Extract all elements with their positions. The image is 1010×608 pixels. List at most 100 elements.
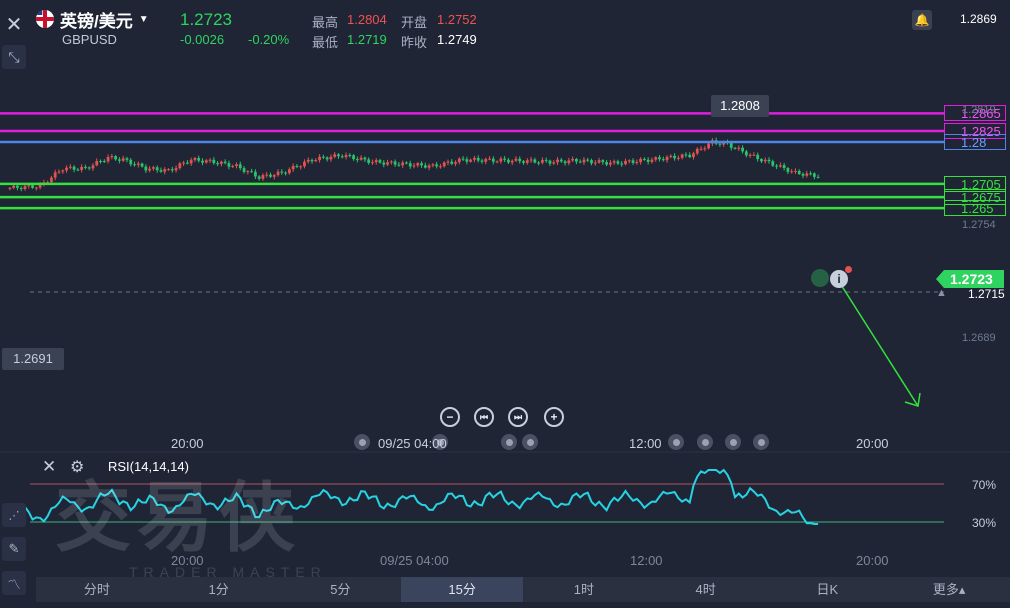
collapse-button[interactable]: ⤡ — [2, 45, 26, 69]
candle-body — [389, 161, 393, 163]
candle-body — [605, 162, 609, 165]
close-chart-button[interactable]: ✕ — [2, 12, 26, 36]
candle-body — [106, 157, 110, 162]
prev-close-label: 昨收 — [401, 35, 428, 50]
candle-body — [556, 159, 559, 163]
high-value: 1.2804 — [347, 12, 387, 27]
timeframe-1h[interactable]: 1时 — [523, 577, 645, 602]
event-icon[interactable] — [501, 434, 517, 450]
close-indicator-icon[interactable]: ✕ — [42, 457, 56, 477]
symbol-code: GBPUSD — [62, 32, 117, 47]
candle-body — [503, 158, 507, 160]
event-icon[interactable] — [522, 434, 538, 450]
candle-body — [416, 163, 420, 166]
candle-body — [306, 159, 310, 162]
candle-body — [250, 171, 253, 173]
candle-body — [786, 168, 790, 172]
time-tick: 20:00 — [171, 436, 204, 451]
candle-body — [401, 162, 405, 166]
candle-body — [465, 159, 469, 162]
price-change-pct: -0.20% — [248, 32, 290, 47]
candle-body — [272, 175, 276, 177]
candle-body — [295, 165, 299, 168]
skip-end-icon: ⏭ — [513, 411, 523, 422]
watermark-logo: 交易侠 TRADER MASTER — [55, 478, 375, 581]
candle-body — [450, 161, 454, 164]
candle-body — [235, 164, 238, 166]
event-icon[interactable] — [354, 434, 370, 450]
event-icon[interactable] — [725, 434, 741, 450]
zoom-out-button[interactable]: − — [440, 407, 460, 427]
candle-body — [499, 158, 503, 162]
candle-body — [314, 160, 318, 162]
candle-body — [325, 157, 329, 160]
candle-body — [201, 160, 204, 163]
open-label: 开盘 — [401, 15, 428, 30]
candle-body — [329, 156, 333, 160]
candle-body — [72, 166, 76, 170]
candle-body — [231, 165, 235, 167]
candle-body — [669, 155, 673, 157]
candle-body — [27, 185, 31, 187]
timeframe-bar: 分时 1分 5分 15分 1时 4时 日K 更多▴ — [36, 577, 1010, 602]
candle-body — [261, 175, 265, 179]
candle-body — [473, 157, 476, 160]
candle-body — [491, 158, 495, 162]
timeframe-day[interactable]: 日K — [767, 577, 889, 602]
candle-body — [771, 161, 775, 166]
candle-body — [733, 147, 737, 149]
timeframe-15m[interactable]: 15分 — [401, 577, 523, 602]
level-label: 1.265 — [944, 200, 1006, 217]
pencil-icon: ✎ — [8, 541, 20, 556]
draw-tool-button[interactable]: ✎ — [2, 537, 26, 561]
candle-body — [412, 165, 416, 167]
candle-body — [159, 170, 163, 172]
candle-body — [661, 159, 665, 161]
trend-tool-button[interactable]: ⋰ — [2, 503, 26, 527]
gear-icon[interactable]: ⚙ — [70, 457, 84, 477]
alert-button[interactable]: 🔔 — [912, 10, 932, 30]
indicator-button[interactable]: 〽 — [2, 571, 26, 595]
candle-body — [703, 148, 707, 150]
candle-body — [541, 159, 544, 163]
rsi-time-tick: 09/25 04:00 — [380, 553, 449, 568]
event-icon[interactable] — [753, 434, 769, 450]
candle-body — [371, 162, 374, 164]
candle-body — [193, 158, 197, 160]
event-icon[interactable] — [668, 434, 684, 450]
skip-start-icon: ⏮ — [479, 411, 489, 422]
jump-end-button[interactable]: ⏭ — [508, 407, 528, 427]
candle-body — [767, 159, 771, 162]
zoom-in-button[interactable]: + — [544, 407, 564, 427]
rsi-lower-band-label: 30% — [972, 516, 997, 530]
candle-body — [57, 171, 61, 173]
candle-body — [178, 163, 182, 169]
timeframe-1m[interactable]: 1分 — [158, 577, 280, 602]
candle-body — [563, 161, 567, 164]
candle-body — [359, 157, 363, 160]
jump-start-button[interactable]: ⏮ — [474, 407, 494, 427]
rsi-time-tick: 20:00 — [171, 553, 204, 568]
candle-body — [673, 155, 676, 159]
candle-body — [310, 159, 314, 162]
projection-arrow-head — [904, 392, 921, 407]
candle-body — [782, 165, 786, 169]
alert-bell-icon[interactable]: ▲ — [936, 287, 947, 299]
candle-body — [50, 177, 53, 183]
candle-body — [344, 155, 348, 158]
timeframe-4h[interactable]: 4时 — [645, 577, 767, 602]
pair-name: 英镑/美元 — [60, 11, 133, 31]
minus-icon: − — [446, 410, 454, 424]
timeframe-more[interactable]: 更多▴ — [888, 577, 1010, 602]
pair-selector[interactable]: 英镑/美元 ▼ — [36, 9, 149, 31]
candle-body — [688, 154, 692, 158]
low-marker: 1.2691 — [2, 348, 64, 370]
high-marker: 1.2808 — [711, 95, 769, 117]
candle-body — [121, 158, 125, 161]
price-tick: 1.2819 — [962, 104, 996, 116]
timeframe-5m[interactable]: 5分 — [280, 577, 402, 602]
info-icon[interactable]: i — [830, 270, 848, 288]
timeframe-minute-line[interactable]: 分时 — [36, 577, 158, 602]
event-icon[interactable] — [697, 434, 713, 450]
candle-body — [291, 165, 295, 170]
